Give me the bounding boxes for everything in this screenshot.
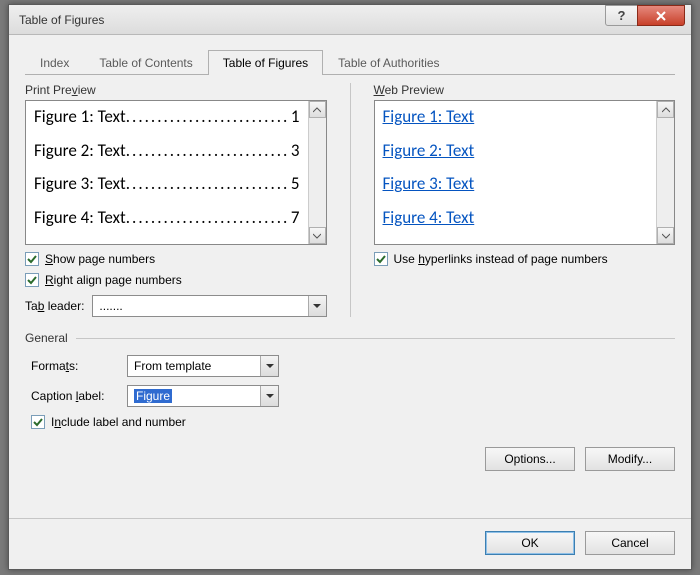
tab-strip: Index Table of Contents Table of Figures… (25, 49, 675, 75)
scroll-down-button[interactable] (309, 227, 326, 244)
print-preview-row: Figure 4: Text..........................… (34, 208, 300, 228)
print-preview-row: Figure 2: Text..........................… (34, 141, 300, 161)
web-preview-row: Figure 2: Text (383, 141, 649, 161)
scrollbar[interactable] (656, 101, 674, 244)
formats-combo[interactable]: From template (127, 355, 279, 377)
caption-label-label: Caption label: (31, 389, 127, 403)
scroll-up-button[interactable] (309, 101, 326, 118)
close-button[interactable] (637, 5, 685, 26)
right-align-label: Right align page numbers (45, 273, 182, 287)
chevron-up-icon (662, 107, 670, 113)
tab-index[interactable]: Index (25, 50, 84, 75)
print-preview-label: Print Preview (25, 83, 327, 97)
check-icon (33, 417, 43, 427)
chevron-down-icon (266, 393, 274, 399)
tab-table-of-contents[interactable]: Table of Contents (84, 50, 207, 75)
scrollbar[interactable] (308, 101, 326, 244)
help-icon: ? (618, 8, 626, 23)
use-hyperlinks-checkbox[interactable] (374, 252, 388, 266)
dropdown-button[interactable] (260, 356, 278, 376)
print-preview-row: Figure 3: Text..........................… (34, 174, 300, 194)
use-hyperlinks-label: Use hyperlinks instead of page numbers (394, 252, 608, 266)
cancel-button[interactable]: Cancel (585, 531, 675, 555)
check-icon (27, 254, 37, 264)
chevron-down-icon (266, 363, 274, 369)
web-preview-box: Figure 1: Text Figure 2: Text Figure 3: … (374, 100, 676, 245)
check-icon (27, 275, 37, 285)
right-align-checkbox[interactable] (25, 273, 39, 287)
caption-label-combo[interactable]: Figure (127, 385, 279, 407)
web-preview-row: Figure 1: Text (383, 107, 649, 127)
dialog-title: Table of Figures (19, 13, 104, 27)
modify-button[interactable]: Modify... (585, 447, 675, 471)
options-button[interactable]: Options... (485, 447, 575, 471)
include-label-number-checkbox[interactable] (31, 415, 45, 429)
dropdown-button[interactable] (308, 296, 326, 316)
include-label-number-label: Include label and number (51, 415, 186, 429)
print-preview-row: Figure 1: Text..........................… (34, 107, 300, 127)
titlebar[interactable]: Table of Figures ? (9, 5, 691, 35)
scroll-down-button[interactable] (657, 227, 674, 244)
chevron-down-icon (313, 303, 321, 309)
print-preview-box: Figure 1: Text..........................… (25, 100, 327, 245)
dropdown-button[interactable] (260, 386, 278, 406)
close-icon (655, 10, 667, 22)
chevron-down-icon (662, 233, 670, 239)
web-preview-row: Figure 3: Text (383, 174, 649, 194)
divider (76, 338, 675, 339)
dialog-table-of-figures: Table of Figures ? Index Table of Conten… (8, 4, 692, 570)
tab-table-of-authorities[interactable]: Table of Authorities (323, 50, 454, 75)
chevron-down-icon (313, 233, 321, 239)
show-page-numbers-checkbox[interactable] (25, 252, 39, 266)
web-preview-row: Figure 4: Text (383, 208, 649, 228)
scroll-up-button[interactable] (657, 101, 674, 118)
chevron-up-icon (313, 107, 321, 113)
help-button[interactable]: ? (605, 5, 638, 26)
general-header: General (25, 331, 68, 345)
tab-table-of-figures[interactable]: Table of Figures (208, 50, 323, 75)
ok-button[interactable]: OK (485, 531, 575, 555)
tab-leader-combo[interactable]: ....... (92, 295, 326, 317)
formats-label: Formats: (31, 359, 127, 373)
divider (350, 83, 351, 317)
check-icon (376, 254, 386, 264)
tab-leader-label: Tab leader: (25, 299, 84, 313)
dialog-footer: OK Cancel (9, 518, 691, 569)
show-page-numbers-label: Show page numbers (45, 252, 155, 266)
web-preview-label: Web Preview (374, 83, 676, 97)
